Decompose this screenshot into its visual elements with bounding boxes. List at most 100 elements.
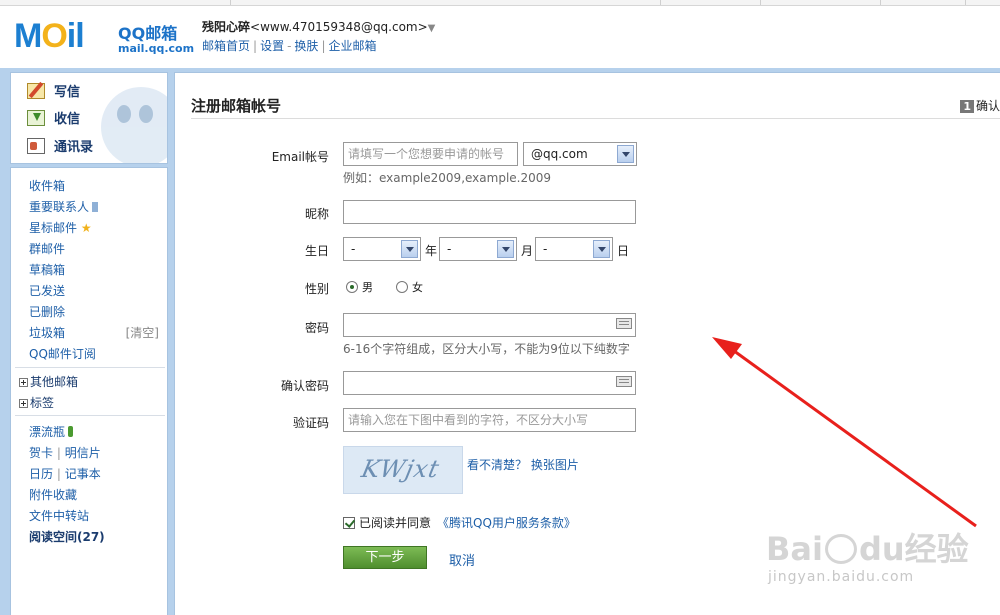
nickname-label: 昵称 [304,207,329,221]
birth-month-value: - [447,242,452,256]
sidebar-item-label: 标签 [30,396,55,410]
radio-empty-icon [396,281,408,293]
sidebar-quick-actions: 写信 收信 通讯录 [10,72,168,164]
password-field [343,313,636,337]
penguin-decoration [101,87,167,163]
sidebar-item-sent[interactable]: 已发送 [29,282,65,299]
link-enterprise[interactable]: 企业邮箱 [328,39,376,53]
gender-female-radio[interactable]: 女 [396,279,423,295]
sidebar-item-subscriptions[interactable]: QQ邮件订阅 [29,345,96,362]
paw-icon [824,534,857,564]
expand-plus-icon[interactable] [19,378,28,387]
captcha-input[interactable] [343,408,636,432]
keyboard-icon[interactable] [616,318,632,329]
sidebar-item-spam[interactable]: 垃圾箱 [29,324,65,341]
gender-female-label: 女 [412,281,423,294]
confirm-password-input[interactable] [343,371,636,395]
tab-divider [230,0,231,5]
contacts-button[interactable]: 通讯录 [27,136,93,155]
link-home[interactable]: 邮箱首页 [202,39,250,53]
inbox-download-icon [27,109,45,126]
sidebar-item-group-mail[interactable]: 群邮件 [29,240,65,257]
link-settings[interactable]: 设置 [260,39,284,53]
divider [15,367,165,368]
receive-label: 收信 [54,112,81,127]
sidebar-item-file-transfer[interactable]: 文件中转站 [29,507,89,524]
email-account-input[interactable] [343,142,518,166]
clear-spam-link[interactable]: [清空] [126,324,159,341]
watermark-cn: 经验 [904,530,969,568]
divider [191,118,1000,119]
chevron-down-icon [617,145,634,163]
step-indicator: 1 确认 [960,97,1000,114]
unit-day: 日 [617,244,630,258]
unit-year: 年 [425,244,438,258]
receive-button[interactable]: 收信 [27,108,80,127]
star-icon: ★ [80,221,92,235]
terms-link[interactable]: 《腾讯QQ用户服务条款》 [437,514,576,531]
gender-label: 性别 [304,282,329,296]
confirm-password-field [343,371,636,395]
sidebar-item-deleted[interactable]: 已删除 [29,303,65,320]
user-account[interactable]: 残阳心碎<www.470159348@qq.com>▼ [202,18,435,35]
captcha-refresh-link[interactable]: 看不清楚？ 换张图片 [467,456,579,473]
chevron-down-icon [593,240,610,258]
next-step-button[interactable]: 下一步 [343,546,427,569]
sidebar-item-inbox[interactable]: 收件箱 [29,177,65,194]
sidebar-item-other-mailboxes[interactable]: 其他邮箱 [19,373,78,390]
sidebar-item-attachments[interactable]: 附件收藏 [29,486,77,503]
email-hint: 例如：example2009,example.2009 [343,171,552,185]
chevron-down-icon [401,240,418,258]
nickname-input[interactable] [343,200,636,224]
password-input[interactable] [343,313,636,337]
gender-male-radio[interactable]: 男 [346,279,373,295]
birth-year-select[interactable]: - [343,237,421,261]
link-skin[interactable]: 换肤 [294,39,318,53]
sidebar-item-postcard[interactable]: 明信片 [65,446,101,460]
cancel-link[interactable]: 取消 [449,550,475,569]
contacts-label: 通讯录 [54,140,94,155]
sidebar-item-label: 重要联系人 [29,200,90,214]
logo-cn: QQ邮箱 [118,24,178,43]
sidebar-item-important-contacts[interactable]: 重要联系人 [29,198,99,215]
captcha-label: 验证码 [292,416,329,430]
sidebar-item-label: 漂流瓶 [29,425,66,439]
user-name: 残阳心碎 [202,20,251,34]
captcha-image: KWjxt [343,446,463,494]
mail-header: MOil QQ邮箱 mail.qq.com 残阳心碎<www.470159348… [0,6,1000,68]
logo-wordmark: MOil [14,17,85,55]
divider [15,415,165,416]
tab-divider [965,0,966,5]
password-label: 密码 [304,321,329,335]
sidebar-folders: 收件箱 重要联系人 星标邮件 ★ 群邮件 草稿箱 已发送 已删除 垃圾箱 [清空… [10,167,168,615]
chevron-down-icon[interactable]: ▼ [428,23,436,34]
sidebar-item-notes[interactable]: 记事本 [65,467,101,481]
sidebar-item-greeting-card[interactable]: 贺卡 [29,446,53,460]
pencil-icon [27,82,45,99]
sidebar-item-tags[interactable]: 标签 [19,394,54,411]
logo-domain: mail.qq.com [118,42,195,55]
step-text: 确认 [975,99,1000,113]
birth-month-select[interactable]: - [439,237,517,261]
watermark-url: jingyan.baidu.com [768,569,915,585]
expand-plus-icon[interactable] [19,399,28,408]
sidebar-item-reading-space[interactable]: 阅读空间(27) [29,528,105,545]
email-domain-select[interactable]: @qq.com [523,142,637,166]
sidebar-item-calendar[interactable]: 日历 [29,467,53,481]
watermark-brand: Bai [766,530,823,568]
compose-button[interactable]: 写信 [27,81,80,100]
birthday-label: 生日 [304,244,329,258]
agree-checkbox[interactable] [343,516,355,529]
user-email: <www.470159348@qq.com> [250,20,428,34]
qq-mail-logo[interactable]: MOil QQ邮箱 mail.qq.com [14,18,194,58]
sidebar-item-drafts[interactable]: 草稿箱 [29,261,65,278]
agree-label: 已阅读并同意 [359,516,432,530]
sidebar-item-starred[interactable]: 星标邮件 ★ [29,219,92,236]
top-links: 邮箱首页 | 设置 - 换肤 | 企业邮箱 [202,39,377,53]
compose-label: 写信 [54,85,81,100]
keyboard-icon[interactable] [616,376,632,387]
step-number: 1 [960,100,974,113]
birth-day-select[interactable]: - [535,237,613,261]
sidebar-item-drift-bottle[interactable]: 漂流瓶 [29,423,74,440]
sidebar-item-label: 星标邮件 [29,221,78,235]
